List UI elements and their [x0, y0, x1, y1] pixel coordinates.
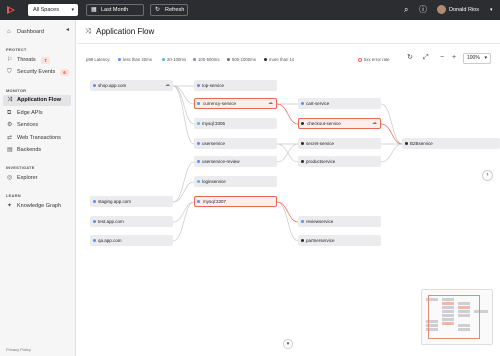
edge	[172, 201, 195, 223]
latency-dot	[197, 160, 200, 163]
latency-dot	[197, 180, 200, 183]
node-label: shop.app.com	[98, 83, 127, 88]
flow-node-mysql-3307[interactable]: mysql:3307	[194, 196, 277, 207]
node-label: reviewservice	[306, 219, 334, 224]
edge	[172, 181, 195, 203]
flow-node-currency-service[interactable]: currency-service ☁	[194, 98, 277, 109]
cloud-icon: ☁	[372, 120, 377, 126]
latency-dot	[93, 220, 96, 223]
node-label: checkout-service	[307, 121, 341, 126]
node-label: userservice	[202, 141, 226, 146]
flow-node-shop[interactable]: shop.app.com ☁	[90, 80, 173, 91]
edge	[276, 143, 299, 163]
node-label: secret-service	[306, 141, 335, 146]
latency-dot	[301, 160, 304, 163]
flow-node-staging[interactable]: staging.app.com	[90, 196, 173, 207]
edge	[380, 143, 403, 163]
latency-dot	[197, 102, 200, 105]
node-label: mysql:3307	[203, 199, 227, 204]
flow-node-b2bservice[interactable]: B2Bservice	[402, 138, 500, 149]
flow-node-checkout-service[interactable]: checkout-service ☁	[298, 118, 381, 129]
flow-node-partnerservice[interactable]: partnerservice	[298, 235, 381, 246]
latency-dot	[301, 102, 304, 105]
flow-node-qa[interactable]: qa.app.com	[90, 235, 173, 246]
node-label: mysql:3306	[202, 121, 226, 126]
flow-node-secret-service[interactable]: secret-service	[298, 138, 381, 149]
edge	[172, 161, 195, 203]
node-label: partnerservice	[306, 238, 335, 243]
node-label: staging.app.com	[98, 199, 132, 204]
node-label: top-service	[202, 83, 225, 88]
node-label: qa.app.com	[98, 238, 122, 243]
latency-dot	[301, 220, 304, 223]
flow-node-mysql-3306[interactable]: mysql:3306	[194, 118, 277, 129]
latency-dot	[197, 122, 200, 125]
edge	[172, 85, 195, 125]
edge	[172, 85, 195, 105]
latency-dot	[301, 142, 304, 145]
node-label: B2Bservice	[410, 141, 433, 146]
node-label: loginservice	[202, 179, 226, 184]
flow-node-productservice[interactable]: productservice	[298, 156, 381, 167]
scroll-down-button[interactable]: ▾	[283, 339, 293, 349]
flow-node-cart-service[interactable]: cart-service	[298, 98, 381, 109]
edge	[380, 103, 403, 145]
minimap[interactable]	[421, 289, 493, 345]
latency-dot	[301, 122, 304, 125]
node-label: userservice-review	[202, 159, 240, 164]
cloud-icon: ☁	[165, 82, 170, 88]
error-edge	[276, 103, 299, 125]
scroll-right-button[interactable]: ›	[482, 170, 493, 181]
flow-node-reviewservice[interactable]: reviewservice	[298, 216, 381, 227]
minimap-viewport[interactable]	[428, 295, 480, 339]
flow-node-userservice[interactable]: userservice	[194, 138, 277, 149]
latency-dot	[197, 142, 200, 145]
node-label: productservice	[306, 159, 336, 164]
latency-dot	[405, 142, 408, 145]
latency-dot	[301, 239, 304, 242]
flow-node-test[interactable]: test.app.com	[90, 216, 173, 227]
latency-dot	[93, 200, 96, 203]
latency-dot	[197, 84, 200, 87]
latency-dot	[93, 239, 96, 242]
flow-node-userservice-review[interactable]: userservice-review	[194, 156, 277, 167]
error-edge	[380, 123, 403, 145]
flow-node-top-service[interactable]: top-service	[194, 80, 277, 91]
cloud-icon: ☁	[268, 100, 273, 106]
latency-dot	[197, 200, 200, 203]
flow-node-loginservice[interactable]: loginservice	[194, 176, 277, 187]
node-label: currency-service	[203, 101, 237, 106]
node-label: cart-service	[306, 101, 330, 106]
node-label: test.app.com	[98, 219, 124, 224]
latency-dot	[93, 84, 96, 87]
